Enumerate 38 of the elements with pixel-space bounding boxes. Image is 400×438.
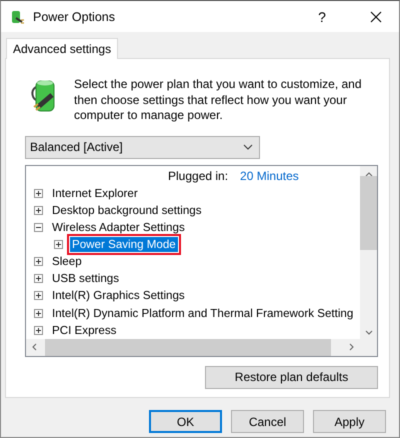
dialog-button[interactable]: Cancel — [231, 410, 304, 433]
scrollbar-thumb[interactable] — [360, 176, 377, 250]
tree-item[interactable]: Internet Explorer — [50, 186, 140, 201]
scroll-left-icon[interactable] — [32, 343, 37, 351]
vertical-scrollbar[interactable] — [360, 166, 377, 338]
dialog-button[interactable]: Apply — [313, 410, 386, 433]
expand-icon[interactable] — [34, 257, 43, 266]
expand-icon[interactable] — [34, 326, 43, 335]
tree-item[interactable]: USB settings — [50, 271, 122, 286]
window-title: Power Options — [33, 10, 116, 24]
scroll-up-icon[interactable] — [364, 172, 372, 176]
tab[interactable]: Advanced settings — [6, 38, 118, 59]
tree-item[interactable]: Intel(R) Graphics Settings — [50, 288, 187, 304]
chevron-down-icon — [243, 144, 253, 150]
expand-icon[interactable] — [34, 188, 43, 198]
power-plug-icon — [9, 8, 25, 24]
help-button[interactable]: ? — [299, 1, 345, 32]
dialog-button[interactable]: OK — [149, 410, 222, 433]
close-icon — [370, 10, 382, 22]
expand-icon[interactable] — [34, 274, 43, 284]
scroll-right-icon[interactable] — [349, 343, 354, 351]
tree-item[interactable]: Intel(R) Dynamic Platform and Thermal Framework Setting — [50, 306, 356, 320]
instruction-text: Select the power plan that you want to customize, and then choose settings that reflect how you want your computer to manage power. — [74, 77, 363, 124]
tree-item[interactable]: Desktop background settings — [50, 202, 204, 218]
collapse-icon[interactable] — [34, 222, 43, 232]
expand-icon[interactable] — [34, 291, 43, 300]
expand-icon[interactable] — [34, 308, 43, 318]
tree-item[interactable]: Wireless Adapter Settings — [50, 220, 187, 235]
tree-item[interactable]: PCI Express — [50, 322, 118, 338]
setting-label: Plugged in: — [168, 169, 228, 183]
expand-icon[interactable] — [34, 206, 43, 215]
expand-icon[interactable] — [54, 240, 63, 249]
tree-item[interactable]: Sleep — [50, 254, 84, 270]
power-plan-dropdown[interactable]: Balanced [Active] — [25, 136, 260, 158]
tree-item[interactable]: Power Saving Mode — [70, 237, 178, 252]
scroll-down-icon[interactable] — [364, 330, 372, 334]
restore-defaults-button[interactable]: Restore plan defaults — [205, 366, 378, 388]
setting-value-link[interactable]: 20 Minutes — [240, 169, 299, 183]
